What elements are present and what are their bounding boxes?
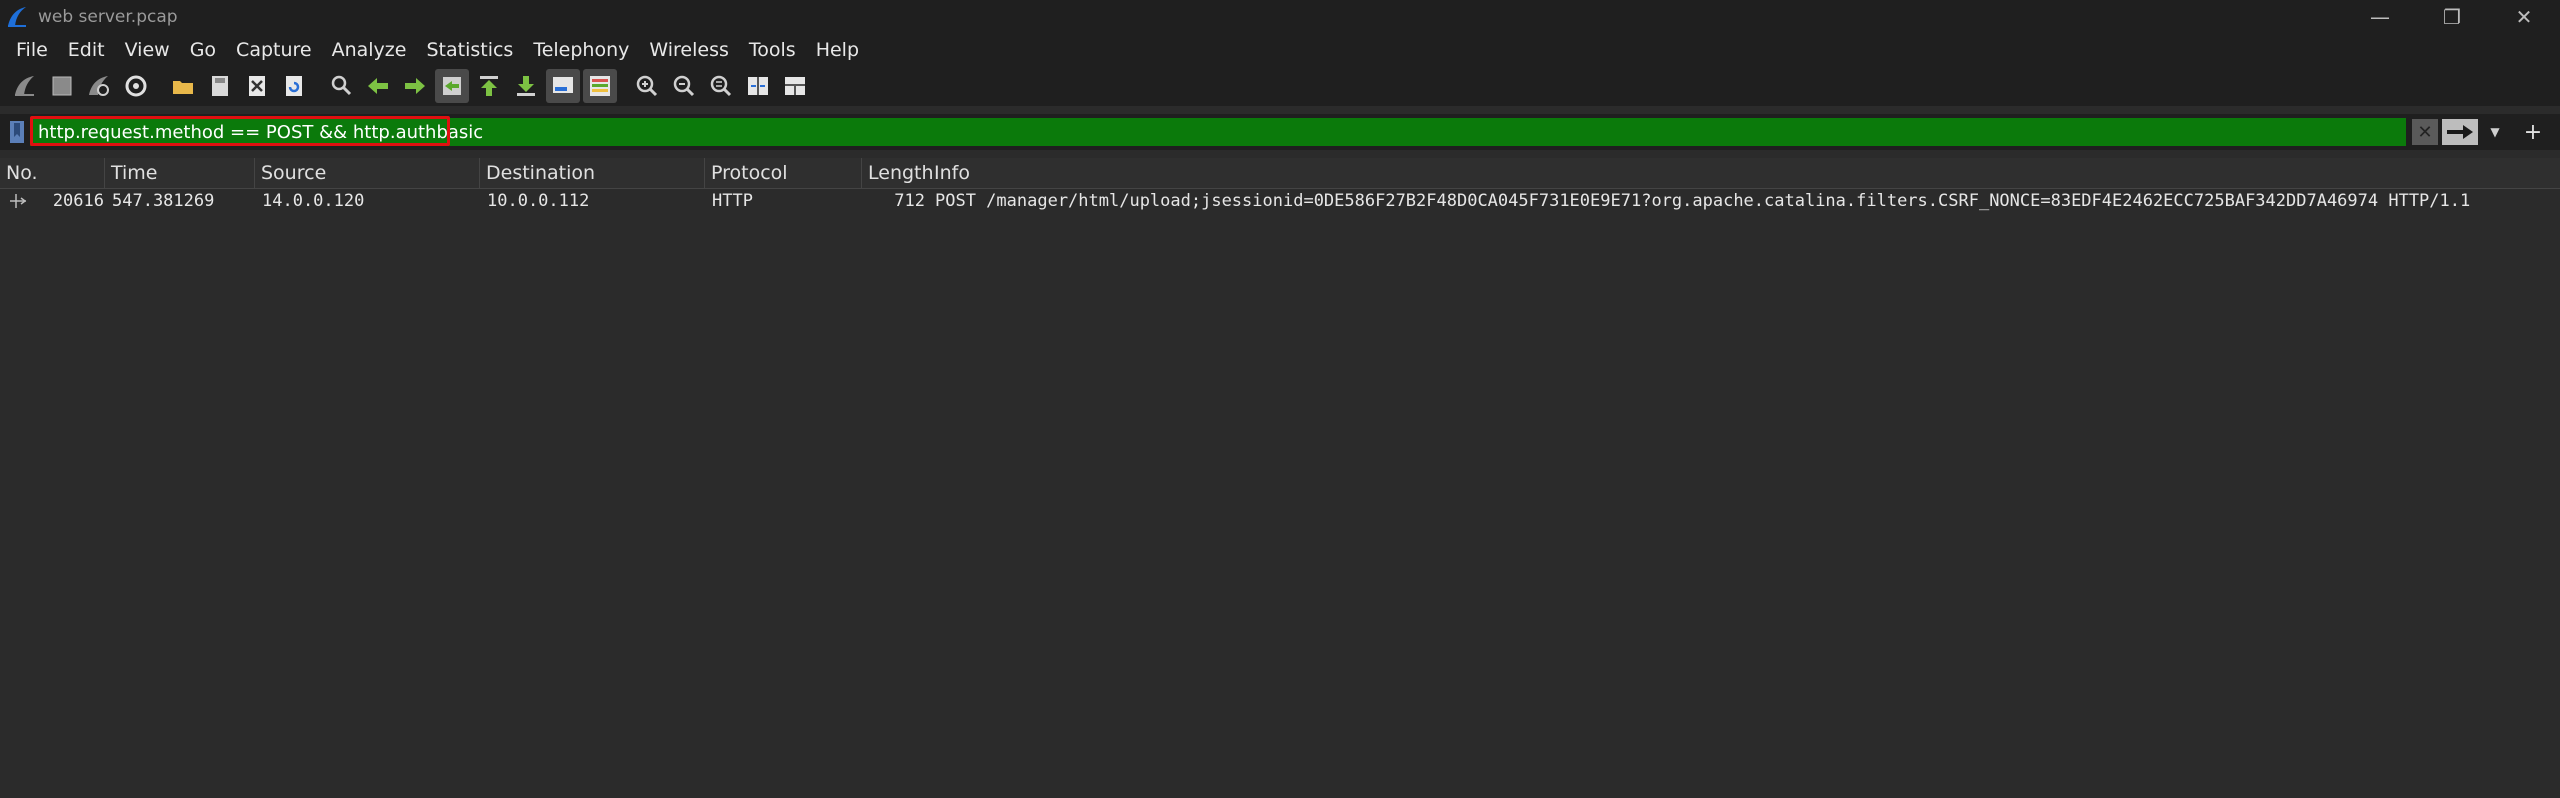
zoom-in-icon <box>636 75 658 97</box>
go-back-button[interactable] <box>361 69 395 103</box>
apply-filter-button[interactable] <box>2442 119 2478 145</box>
chevron-down-icon: ▼ <box>2490 125 2500 139</box>
filter-history-dropdown[interactable]: ▼ <box>2482 119 2508 145</box>
filter-input-container <box>30 116 2406 146</box>
reload-file-icon <box>286 76 302 96</box>
go-first-packet-icon <box>480 76 498 96</box>
capture-options-gear-icon <box>125 75 147 97</box>
go-to-packet-button[interactable] <box>435 69 469 103</box>
cell-time: 547.381269 <box>112 191 215 211</box>
menu-wireless[interactable]: Wireless <box>639 39 739 61</box>
go-last-packet-button[interactable] <box>509 69 543 103</box>
autoscroll-button[interactable] <box>546 69 580 103</box>
close-file-icon <box>249 76 265 96</box>
go-last-packet-icon <box>517 76 535 96</box>
menu-bar: File Edit View Go Capture Analyze Statis… <box>0 34 2560 66</box>
colorize-button[interactable] <box>583 69 617 103</box>
cell-no: 20616 <box>52 191 104 211</box>
main-toolbar <box>0 66 2560 106</box>
wireshark-fin-icon <box>8 7 26 27</box>
reload-file-button[interactable] <box>277 69 311 103</box>
packet-list[interactable]: No. Time Source Destination Protocol Len… <box>0 158 2560 798</box>
display-filter-bar: ✕ ▼ + <box>0 114 2560 150</box>
find-packet-icon <box>331 75 352 96</box>
capture-options-button[interactable] <box>119 69 153 103</box>
menu-go[interactable]: Go <box>180 39 226 61</box>
layout-icon <box>785 77 805 95</box>
go-back-arrow-icon <box>368 78 388 94</box>
bookmark-icon <box>10 121 24 143</box>
menu-statistics[interactable]: Statistics <box>416 39 523 61</box>
go-first-packet-button[interactable] <box>472 69 506 103</box>
cell-length: 712 <box>894 191 925 211</box>
resize-columns-icon <box>748 77 768 95</box>
menu-file[interactable]: File <box>6 39 58 61</box>
window-controls: — ❐ ✕ <box>2344 0 2560 34</box>
start-capture-button[interactable] <box>8 69 42 103</box>
zoom-out-button[interactable] <box>667 69 701 103</box>
column-header-source[interactable]: Source <box>255 158 480 188</box>
open-file-button[interactable] <box>166 69 200 103</box>
shark-fin-start-icon <box>15 76 34 96</box>
apply-arrow-icon <box>2447 125 2473 139</box>
save-file-button[interactable] <box>203 69 237 103</box>
restore-button[interactable]: ❐ <box>2416 0 2488 34</box>
menu-telephony[interactable]: Telephony <box>523 39 639 61</box>
display-filter-input[interactable] <box>38 119 2378 145</box>
close-file-button[interactable] <box>240 69 274 103</box>
zoom-normal-icon <box>710 75 732 97</box>
menu-view[interactable]: View <box>115 39 180 61</box>
go-to-packet-icon <box>443 77 461 95</box>
layout-button[interactable] <box>778 69 812 103</box>
shark-fin-restart-icon <box>89 76 109 96</box>
clear-filter-button[interactable]: ✕ <box>2412 119 2438 145</box>
column-header-info[interactable]: Info <box>928 158 2560 188</box>
table-row[interactable]: 20616 547.381269 14.0.0.120 10.0.0.112 H… <box>0 189 2560 213</box>
colorize-icon <box>590 76 610 96</box>
cell-source: 14.0.0.120 <box>262 191 365 211</box>
restore-icon: ❐ <box>2443 5 2461 29</box>
go-forward-arrow-icon <box>405 78 425 94</box>
minimize-button[interactable]: — <box>2344 0 2416 34</box>
zoom-normal-button[interactable] <box>704 69 738 103</box>
menu-help[interactable]: Help <box>806 39 869 61</box>
cell-destination: 10.0.0.112 <box>487 191 590 211</box>
column-header-protocol[interactable]: Protocol <box>705 158 862 188</box>
title-bar: web server.pcap — ❐ ✕ <box>0 0 2560 34</box>
close-icon: ✕ <box>2515 5 2533 29</box>
packet-list-header: No. Time Source Destination Protocol Len… <box>0 158 2560 189</box>
minimize-icon: — <box>2370 5 2390 29</box>
column-header-destination[interactable]: Destination <box>480 158 705 188</box>
stop-square-icon <box>52 76 72 96</box>
plus-icon: + <box>2523 119 2543 145</box>
restart-capture-button[interactable] <box>82 69 116 103</box>
wireshark-window: web server.pcap — ❐ ✕ File Edit View Go … <box>0 0 2560 798</box>
clear-x-icon: ✕ <box>2417 121 2433 143</box>
filter-bookmark-button[interactable] <box>6 118 28 146</box>
autoscroll-icon <box>553 77 573 93</box>
zoom-out-icon <box>673 75 695 97</box>
column-header-length[interactable]: Length <box>862 158 934 188</box>
open-folder-icon <box>173 81 193 94</box>
menu-analyze[interactable]: Analyze <box>322 39 417 61</box>
window-title: web server.pcap <box>38 7 178 27</box>
packet-related-marker-icon <box>10 194 27 208</box>
column-header-time[interactable]: Time <box>105 158 255 188</box>
cell-protocol: HTTP <box>712 191 753 211</box>
cell-info: POST /manager/html/upload;jsessionid=0DE… <box>935 191 2471 211</box>
menu-tools[interactable]: Tools <box>739 39 806 61</box>
stop-capture-button[interactable] <box>45 69 79 103</box>
save-file-icon <box>212 76 228 96</box>
close-window-button[interactable]: ✕ <box>2488 0 2560 34</box>
find-packet-button[interactable] <box>324 69 358 103</box>
go-forward-button[interactable] <box>398 69 432 103</box>
zoom-in-button[interactable] <box>630 69 664 103</box>
resize-columns-button[interactable] <box>741 69 775 103</box>
menu-capture[interactable]: Capture <box>226 39 322 61</box>
menu-edit[interactable]: Edit <box>58 39 115 61</box>
add-filter-button-button[interactable]: + <box>2518 119 2548 145</box>
column-header-no[interactable]: No. <box>0 158 105 188</box>
